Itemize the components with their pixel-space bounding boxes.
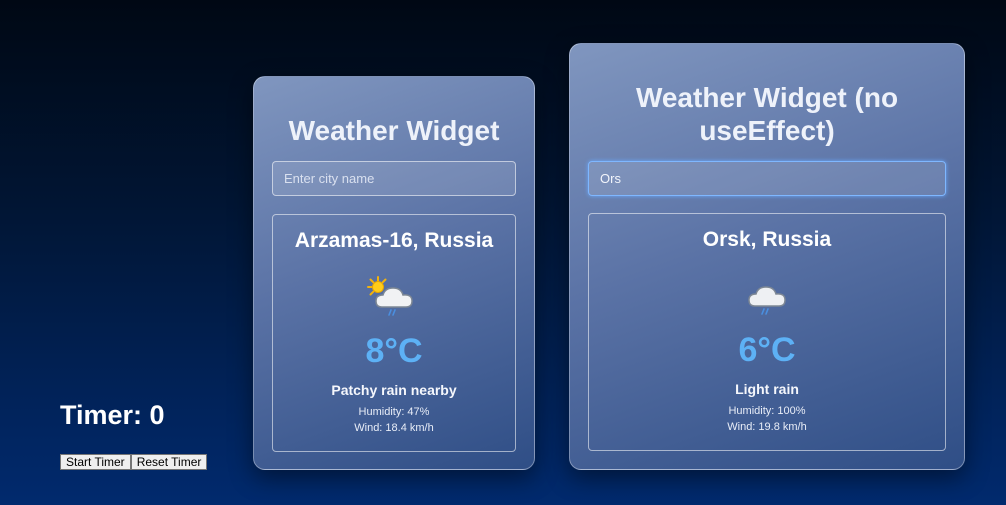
location-name: Orsk, Russia <box>702 228 832 251</box>
wind-text: Wind: 19.8 km/h <box>727 421 807 433</box>
timer-title: Timer: 0 <box>60 400 165 430</box>
weather-result: Orsk, Russia 6°C Light rain Humidity: 10… <box>588 213 946 451</box>
temperature: 8°C <box>365 332 423 370</box>
widget-title: Weather Widget <box>288 115 500 146</box>
city-input[interactable] <box>588 161 946 196</box>
timer-section: Timer: 0 Start Timer Reset Timer <box>60 398 208 470</box>
humidity-text: Humidity: 47% <box>358 406 430 418</box>
wind-text: Wind: 18.4 km/h <box>354 422 434 434</box>
reset-timer-button[interactable]: Reset Timer <box>130 454 208 470</box>
condition-text: Light rain <box>735 381 799 397</box>
cloud-rain-icon <box>748 286 786 315</box>
humidity-text: Humidity: 100% <box>728 405 806 417</box>
start-timer-button[interactable]: Start Timer <box>60 454 131 470</box>
weather-widget-no-useeffect: Weather Widget (no useEffect) Orsk, Russ… <box>569 43 965 470</box>
weather-result: Arzamas-16, Russia 8°C Patchy rain nearb… <box>272 214 516 452</box>
timer-controls: Start Timer Reset Timer <box>60 454 208 470</box>
widget-title: Weather Widget (no useEffect) <box>635 82 899 146</box>
condition-text: Patchy rain nearby <box>331 382 457 398</box>
temperature: 6°C <box>738 331 796 369</box>
partly-cloudy-rain-icon <box>367 276 413 316</box>
city-input[interactable] <box>272 161 516 196</box>
location-name: Arzamas-16, Russia <box>294 229 494 252</box>
weather-widget: Weather Widget Arzamas-16, Russia 8°C Pa… <box>253 76 535 470</box>
